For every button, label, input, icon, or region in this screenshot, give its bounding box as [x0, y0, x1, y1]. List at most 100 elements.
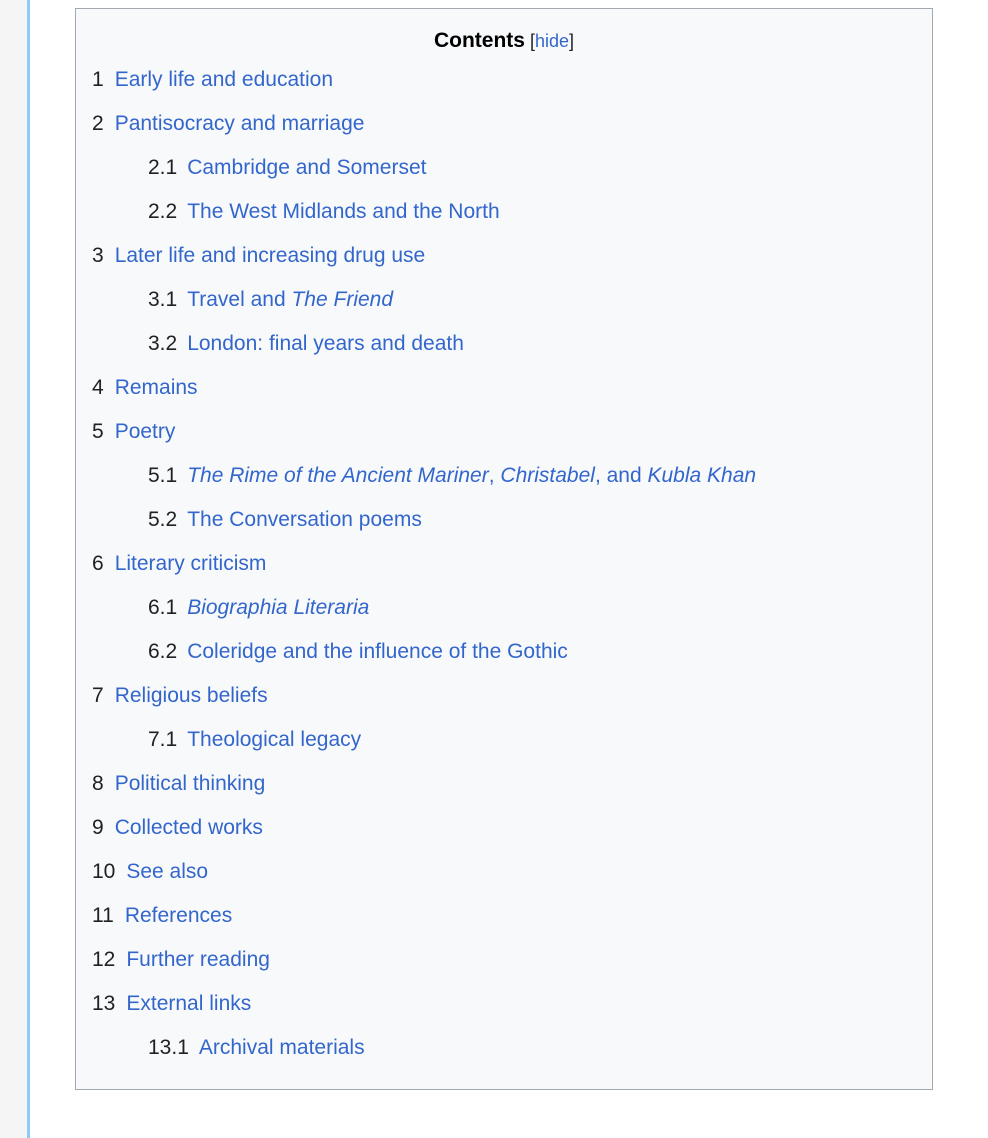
toc-entry-title-italic: The Friend [291, 288, 394, 312]
toc-entry-number: 2.2 [148, 200, 178, 224]
toc-entry-title-part: London: final years and death [187, 332, 464, 356]
toc-entry-link[interactable]: Archival materials [199, 1037, 365, 1058]
toc-entry[interactable]: 3.2 London: final years and death [92, 333, 916, 377]
toc-entry-link[interactable]: Pantisocracy and marriage [115, 113, 365, 134]
toc-entry-title-part: Collected works [114, 816, 263, 840]
toc-entry-title-part: Literary criticism [114, 552, 267, 576]
toc-hide-link[interactable]: hide [535, 31, 569, 51]
toc-title: Contents [433, 29, 525, 52]
toc-entry-title-part: Later life and increasing drug use [114, 244, 426, 268]
toc-entry-link[interactable]: Further reading [126, 949, 270, 970]
toc-entry-title-part: , and [594, 464, 648, 488]
toc-entry-title-part: Theological legacy [187, 728, 362, 752]
toc-entry-number: 4 [92, 376, 104, 400]
toc-entry-title-part: The Conversation poems [187, 508, 422, 532]
toc-entry-number: 2.1 [148, 156, 178, 180]
toc-entry-title-part: Religious beliefs [114, 684, 268, 708]
toc-entry-title-italic: Christabel [500, 464, 595, 488]
toc-entry[interactable]: 6.2 Coleridge and the influence of the Go… [92, 641, 916, 685]
toc-entry-number: 6.2 [148, 640, 178, 664]
toc-entry-link[interactable]: Political thinking [115, 773, 266, 794]
toc-entry-link[interactable]: Remains [115, 377, 198, 398]
toc-entry-title-part: Remains [114, 376, 198, 400]
toc-entry-link[interactable]: Coleridge and the influence of the Gothi… [187, 641, 568, 662]
toc-entry-link[interactable]: External links [126, 993, 251, 1014]
toc-entry-title-part: Coleridge and the influence of the Gothi… [187, 640, 568, 664]
toc-entry[interactable]: 6.1 Biographia Literaria [92, 597, 916, 641]
toc-entry-link[interactable]: The West Midlands and the North [187, 201, 499, 222]
toc-entry-link[interactable]: London: final years and death [187, 333, 464, 354]
toc-entry-link[interactable]: Religious beliefs [115, 685, 268, 706]
toc-entry-number: 10 [92, 860, 116, 884]
toc-entry-number: 3.1 [148, 288, 178, 312]
toc-entry[interactable]: 3.1 Travel and The Friend [92, 289, 916, 333]
toc-entry[interactable]: 5.1 The Rime of the Ancient Mariner, Chri… [92, 465, 916, 509]
toc-entry-number: 8 [92, 772, 104, 796]
toc-entry[interactable]: 2.1 Cambridge and Somerset [92, 157, 916, 201]
toc-entry[interactable]: 5 Poetry [92, 421, 916, 465]
toc-entry-title-part: Travel and [187, 288, 292, 312]
toc-header: Contents [hide] [92, 27, 916, 55]
toc-entry-link[interactable]: Travel and The Friend [187, 289, 393, 310]
toc-entry-number: 11 [92, 904, 114, 928]
toc-entry[interactable]: 7.1 Theological legacy [92, 729, 916, 773]
toc-entry-number: 2 [92, 112, 104, 136]
page-gutter [0, 0, 27, 1138]
toc-entry-title-part: Archival materials [198, 1036, 365, 1060]
toc-entry-number: 5 [92, 420, 104, 444]
toc-entry[interactable]: 7 Religious beliefs [92, 685, 916, 729]
toc-entry-list: 1 Early life and education 2 Pantisocracy a… [92, 69, 916, 1081]
toc-entry-link[interactable]: Cambridge and Somerset [187, 157, 426, 178]
toc-entry-number: 12 [92, 948, 116, 972]
article-content-area: Contents [hide] 1 Early life and education… [30, 0, 988, 1138]
toc-entry[interactable]: 13 External links [92, 993, 916, 1037]
toc-entry-title-part: Further reading [126, 948, 270, 972]
toc-entry[interactable]: 13.1 Archival materials [92, 1037, 916, 1081]
toc-entry[interactable]: 3 Later life and increasing drug use [92, 245, 916, 289]
toc-entry[interactable]: 1 Early life and education [92, 69, 916, 113]
toc-toggle: [hide] [530, 31, 574, 51]
toc-entry-number: 13.1 [148, 1036, 189, 1060]
toc-entry-link[interactable]: Poetry [115, 421, 176, 442]
toc-entry-title-part: Political thinking [114, 772, 266, 796]
toc-entry[interactable]: 2 Pantisocracy and marriage [92, 113, 916, 157]
toc-entry[interactable]: 2.2 The West Midlands and the North [92, 201, 916, 245]
toc-entry[interactable]: 6 Literary criticism [92, 553, 916, 597]
toc-entry-link[interactable]: References [125, 905, 232, 926]
toc-entry[interactable]: 11 References [92, 905, 916, 949]
toc-entry-title-part: References [124, 904, 233, 928]
toc-entry-title-part: Early life and education [114, 68, 333, 92]
toc-entry-number: 7.1 [148, 728, 178, 752]
toc-toggle-close-bracket: ] [569, 31, 575, 51]
toc-entry-link[interactable]: Early life and education [115, 69, 333, 90]
toc-entry-link[interactable]: Later life and increasing drug use [115, 245, 426, 266]
toc-entry-title-part: The West Midlands and the North [187, 200, 500, 224]
toc-entry-number: 13 [92, 992, 116, 1016]
toc-entry[interactable]: 5.2 The Conversation poems [92, 509, 916, 553]
toc-entry-link[interactable]: The Rime of the Ancient Mariner, Christa… [187, 465, 756, 486]
toc-entry-title-italic: Kubla Khan [647, 464, 757, 488]
toc-entry[interactable]: 8 Political thinking [92, 773, 916, 817]
toc-entry-link[interactable]: Literary criticism [115, 553, 267, 574]
toc-entry-title-part: See also [126, 860, 209, 884]
toc-entry[interactable]: 12 Further reading [92, 949, 916, 993]
toc-entry-link[interactable]: The Conversation poems [187, 509, 422, 530]
toc-entry-title-italic: Biographia Literaria [187, 596, 370, 620]
toc-entry-link[interactable]: Theological legacy [187, 729, 361, 750]
toc-entry[interactable]: 4 Remains [92, 377, 916, 421]
toc-entry-number: 5.2 [148, 508, 178, 532]
toc-entry-link[interactable]: See also [126, 861, 208, 882]
toc-entry-number: 1 [92, 68, 104, 92]
toc-entry-title-part: Poetry [114, 420, 176, 444]
toc-entry[interactable]: 10 See also [92, 861, 916, 905]
toc-entry[interactable]: 9 Collected works [92, 817, 916, 861]
toc-entry-number: 3.2 [148, 332, 178, 356]
toc-entry-number: 6 [92, 552, 104, 576]
toc-entry-number: 5.1 [148, 464, 178, 488]
toc-entry-number: 7 [92, 684, 104, 708]
toc-entry-number: 9 [92, 816, 104, 840]
toc-entry-title-italic: The Rime of the Ancient Mariner [187, 464, 489, 488]
toc-entry-link[interactable]: Collected works [115, 817, 263, 838]
toc-entry-link[interactable]: Biographia Literaria [187, 597, 369, 618]
toc-entry-number: 3 [92, 244, 104, 268]
